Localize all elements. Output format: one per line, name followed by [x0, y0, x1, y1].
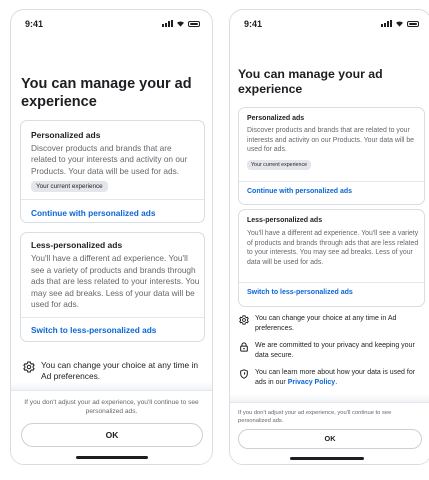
note-text: You can change your choice at any time i… [41, 360, 199, 382]
footer-notice: If you don't adjust your ad experience, … [24, 399, 199, 415]
footer: If you don't adjust your ad experience, … [230, 394, 429, 464]
privacy-policy-link[interactable]: Privacy Policy [288, 379, 335, 386]
note-row-privacy-policy: You can learn more about how your data i… [239, 368, 424, 388]
note-text: You can learn more about how your data i… [255, 369, 416, 386]
home-indicator [290, 457, 364, 460]
note-text: We are committed to your privacy and kee… [255, 342, 415, 359]
page-title: You can manage your ad experience [238, 67, 383, 96]
divider [239, 181, 424, 182]
status-icons [162, 20, 200, 27]
switch-less-personalized-link[interactable]: Switch to less-personalized ads [31, 325, 156, 335]
page-title: You can manage your ad experience [21, 76, 192, 110]
signal-icon [162, 20, 173, 27]
signal-icon [381, 20, 392, 27]
home-indicator [76, 456, 148, 459]
note-row-ad-preferences: You can change your choice at any time i… [239, 314, 424, 334]
note-row-privacy: We are committed to your privacy and kee… [239, 341, 424, 361]
personalized-ads-card: Personalized ads Discover products and b… [20, 120, 205, 223]
ok-button[interactable]: OK [238, 429, 422, 449]
card-description: Discover products and brands that are re… [247, 127, 414, 153]
card-description: You'll have a different ad experience. Y… [31, 253, 200, 310]
card-heading: Personalized ads [31, 130, 101, 140]
shield-icon [240, 369, 248, 379]
footer-notice: If you don't adjust your ad experience, … [238, 410, 392, 424]
gear-icon [239, 315, 249, 325]
gear-icon [23, 361, 35, 373]
less-personalized-ads-card: Less-personalized ads You'll have a diff… [238, 209, 425, 307]
status-bar: 9:41 [230, 10, 429, 36]
divider [21, 317, 204, 318]
less-personalized-ads-card: Less-personalized ads You'll have a diff… [20, 232, 205, 342]
wifi-icon [177, 21, 184, 27]
current-experience-badge: Your current experience [31, 181, 108, 192]
personalized-ads-card: Personalized ads Discover products and b… [238, 107, 425, 205]
card-heading: Personalized ads [247, 115, 305, 122]
ok-button[interactable]: OK [21, 423, 203, 447]
note-row-ad-preferences: You can change your choice at any time i… [23, 360, 203, 383]
wifi-icon [396, 21, 403, 27]
status-bar: 9:41 [11, 10, 212, 36]
battery-icon [188, 20, 200, 27]
status-time: 9:41 [25, 19, 44, 29]
footer: If you don't adjust your ad experience, … [11, 382, 212, 464]
card-description: You'll have a different ad experience. Y… [247, 230, 419, 267]
continue-personalized-link[interactable]: Continue with personalized ads [31, 208, 155, 218]
card-description: Discover products and brands that are re… [31, 143, 188, 176]
lock-icon [240, 342, 248, 352]
status-time: 9:41 [244, 19, 263, 29]
battery-icon [407, 20, 419, 27]
phone-screen-right: 9:41 You can manage your ad experience P… [229, 9, 429, 465]
divider [21, 199, 204, 200]
status-icons [381, 20, 419, 27]
note-text: You can change your choice at any time i… [255, 315, 397, 332]
divider [239, 282, 424, 283]
card-heading: Less-personalized ads [247, 217, 323, 224]
current-experience-badge: Your current experience [247, 160, 312, 170]
card-heading: Less-personalized ads [31, 240, 123, 250]
continue-personalized-link[interactable]: Continue with personalized ads [247, 188, 352, 195]
switch-less-personalized-link[interactable]: Switch to less-personalized ads [247, 289, 353, 296]
phone-screen-left: 9:41 You can manage your ad experience P… [10, 9, 213, 465]
